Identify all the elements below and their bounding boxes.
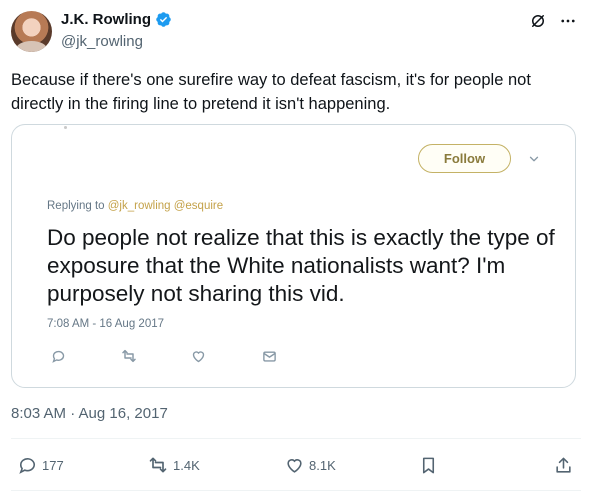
tweet-text: Because if there's one surefire way to d… bbox=[11, 71, 531, 113]
post-timestamp[interactable]: 8:03 AM · Aug 16, 2017 bbox=[11, 405, 168, 422]
bookmark-button[interactable] bbox=[418, 455, 438, 475]
verified-badge-icon bbox=[156, 12, 171, 27]
repost-button[interactable]: 1.4K bbox=[148, 455, 200, 475]
reply-icon[interactable] bbox=[49, 347, 67, 365]
decorative-dot bbox=[64, 126, 67, 129]
like-icon[interactable] bbox=[189, 347, 207, 365]
repost-icon bbox=[148, 455, 168, 475]
reply-count: 177 bbox=[42, 457, 64, 473]
bookmark-icon bbox=[418, 455, 438, 475]
divider bbox=[11, 438, 581, 439]
embedded-tweet-card[interactable]: Follow Replying to @jk_rowling @esquire … bbox=[11, 124, 576, 388]
author-name[interactable]: J.K. Rowling bbox=[61, 11, 151, 28]
replying-to: Replying to @jk_rowling @esquire bbox=[47, 200, 223, 212]
reply-icon bbox=[17, 455, 37, 475]
avatar[interactable] bbox=[11, 11, 52, 52]
author-handle[interactable]: @jk_rowling bbox=[61, 33, 143, 50]
repost-count: 1.4K bbox=[173, 457, 200, 473]
share-icon bbox=[553, 455, 573, 475]
reply-button[interactable]: 177 bbox=[17, 455, 64, 475]
message-icon[interactable] bbox=[260, 347, 278, 365]
like-icon bbox=[284, 455, 304, 475]
author-row: J.K. Rowling bbox=[61, 11, 172, 28]
replying-prefix: Replying to bbox=[47, 200, 108, 212]
retweet-icon[interactable] bbox=[120, 347, 138, 365]
follow-button[interactable]: Follow bbox=[418, 144, 511, 173]
grok-icon[interactable] bbox=[528, 11, 548, 31]
like-button[interactable]: 8.1K bbox=[284, 455, 336, 475]
like-count: 8.1K bbox=[309, 457, 336, 473]
embedded-actions bbox=[49, 347, 279, 365]
share-button[interactable] bbox=[553, 455, 573, 475]
embedded-tweet-timestamp: 7:08 AM - 16 Aug 2017 bbox=[47, 318, 165, 330]
replying-mentions[interactable]: @jk_rowling @esquire bbox=[108, 200, 223, 212]
chevron-down-icon[interactable] bbox=[527, 152, 541, 166]
embedded-tweet-text: Do people not realize that this is exact… bbox=[47, 225, 555, 306]
header-actions bbox=[528, 11, 578, 31]
more-icon[interactable] bbox=[558, 11, 578, 31]
